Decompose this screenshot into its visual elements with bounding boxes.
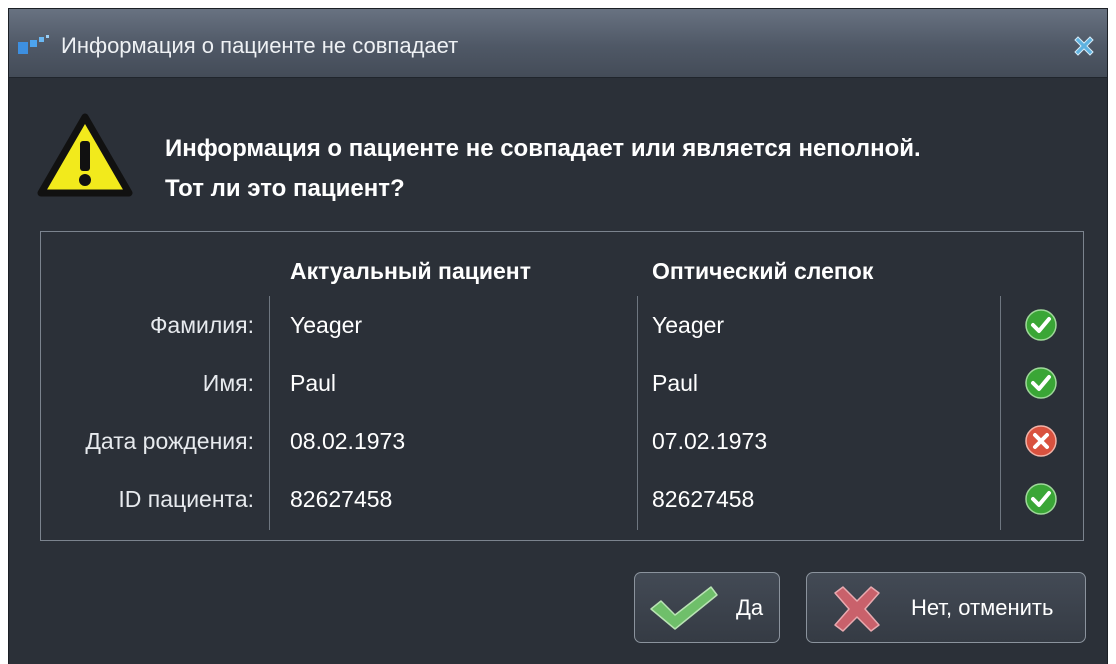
scan-surname: Yeager	[652, 312, 725, 338]
message-line-1: Информация о пациенте не совпадает или я…	[165, 135, 921, 162]
checkmark-icon	[650, 586, 718, 630]
scan-birth-date: 07.02.1973	[652, 428, 768, 454]
dialog-message: Информация о пациенте не совпадает или я…	[165, 129, 1095, 209]
close-icon[interactable]	[1069, 31, 1099, 61]
cross-circle-icon	[1025, 425, 1057, 457]
current-first-name: Paul	[290, 370, 337, 396]
current-birth-date: 08.02.1973	[290, 428, 406, 454]
row-label-first-name: Имя:	[202, 370, 254, 396]
current-patient-id: 82627458	[290, 486, 393, 512]
row-label-surname: Фамилия:	[149, 312, 254, 338]
check-circle-icon	[1025, 367, 1057, 399]
column-header-current: Актуальный пациент	[290, 258, 531, 284]
current-surname: Yeager	[290, 312, 363, 338]
row-label-birth-date: Дата рождения:	[85, 428, 254, 454]
cross-icon	[834, 586, 880, 632]
column-divider	[1000, 296, 1001, 530]
yes-button-label: Да	[736, 595, 764, 620]
column-divider	[637, 296, 638, 530]
cancel-button[interactable]: Нет, отменить	[806, 572, 1086, 643]
cancel-button-label: Нет, отменить	[911, 595, 1054, 620]
check-circle-icon	[1025, 483, 1057, 515]
dialog-window: Информация о пациенте не совпадает Инфор…	[9, 9, 1107, 664]
title-bar: Информация о пациенте не совпадает	[9, 9, 1107, 78]
message-line-2: Тот ли это пациент?	[165, 175, 405, 202]
yes-button[interactable]: Да	[634, 572, 780, 643]
column-header-scan: Оптический слепок	[652, 258, 874, 284]
scan-patient-id: 82627458	[652, 486, 755, 512]
dialog-title: Информация о пациенте не совпадает	[61, 33, 459, 58]
app-logo-icon	[18, 35, 49, 54]
warning-triangle-icon	[37, 113, 133, 197]
check-circle-icon	[1025, 309, 1057, 341]
scan-first-name: Paul	[652, 370, 699, 396]
row-label-patient-id: ID пациента:	[118, 486, 254, 512]
column-divider	[269, 296, 270, 530]
comparison-table: Актуальный пациент Оптический слепок Фам…	[40, 231, 1084, 541]
